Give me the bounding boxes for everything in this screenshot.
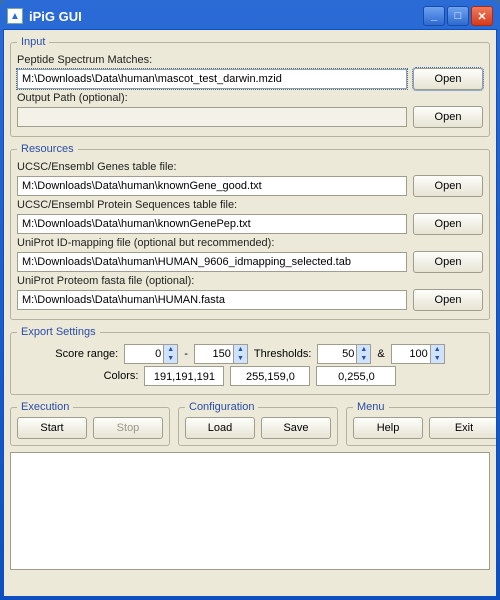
- threshold2-input[interactable]: [392, 345, 430, 363]
- colors-label: Colors:: [104, 370, 139, 382]
- score-min-input[interactable]: [125, 345, 163, 363]
- execution-legend: Execution: [17, 401, 73, 413]
- up-icon[interactable]: ▲: [357, 345, 370, 354]
- up-icon[interactable]: ▲: [164, 345, 177, 354]
- threshold1-input[interactable]: [318, 345, 356, 363]
- thresholds-label: Thresholds:: [254, 348, 311, 360]
- export-legend: Export Settings: [17, 326, 100, 338]
- threshold2-spinner[interactable]: ▲▼: [391, 344, 445, 364]
- down-icon[interactable]: ▼: [164, 354, 177, 363]
- export-group: Export Settings Score range: ▲▼ - ▲▼ Thr…: [10, 326, 490, 395]
- window-title: iPiG GUI: [29, 9, 82, 24]
- genes-open-button[interactable]: Open: [413, 175, 483, 197]
- down-icon[interactable]: ▼: [431, 354, 444, 363]
- threshold1-spinner[interactable]: ▲▼: [317, 344, 371, 364]
- input-group: Input Peptide Spectrum Matches: Open Out…: [10, 36, 490, 137]
- input-legend: Input: [17, 36, 49, 48]
- resources-group: Resources UCSC/Ensembl Genes table file:…: [10, 143, 490, 320]
- genes-path-input[interactable]: [17, 176, 407, 196]
- save-button[interactable]: Save: [261, 417, 331, 439]
- color2-input[interactable]: [230, 366, 310, 386]
- thr-amp: &: [377, 348, 384, 360]
- menu-legend: Menu: [353, 401, 389, 413]
- app-icon: ▲: [7, 8, 23, 24]
- prot-open-button[interactable]: Open: [413, 213, 483, 235]
- prot-label: UCSC/Ensembl Protein Sequences table fil…: [17, 199, 483, 211]
- score-sep: -: [184, 348, 188, 360]
- genes-label: UCSC/Ensembl Genes table file:: [17, 161, 483, 173]
- resources-legend: Resources: [17, 143, 78, 155]
- log-output[interactable]: [10, 452, 490, 570]
- idmap-label: UniProt ID-mapping file (optional but re…: [17, 237, 483, 249]
- up-icon[interactable]: ▲: [431, 345, 444, 354]
- up-icon[interactable]: ▲: [234, 345, 247, 354]
- output-label: Output Path (optional):: [17, 92, 483, 104]
- psm-label: Peptide Spectrum Matches:: [17, 54, 483, 66]
- score-range-label: Score range:: [55, 348, 118, 360]
- minimize-button[interactable]: _: [423, 6, 445, 26]
- fasta-path-input[interactable]: [17, 290, 407, 310]
- fasta-label: UniProt Proteom fasta file (optional):: [17, 275, 483, 287]
- start-button[interactable]: Start: [17, 417, 87, 439]
- psm-path-input[interactable]: [17, 69, 407, 89]
- configuration-legend: Configuration: [185, 401, 258, 413]
- down-icon[interactable]: ▼: [234, 354, 247, 363]
- psm-open-button[interactable]: Open: [413, 68, 483, 90]
- fasta-open-button[interactable]: Open: [413, 289, 483, 311]
- color3-input[interactable]: [316, 366, 396, 386]
- client-area: Input Peptide Spectrum Matches: Open Out…: [3, 29, 497, 597]
- exit-button[interactable]: Exit: [429, 417, 497, 439]
- titlebar[interactable]: ▲ iPiG GUI _ □ ✕: [3, 3, 497, 29]
- down-icon[interactable]: ▼: [357, 354, 370, 363]
- stop-button[interactable]: Stop: [93, 417, 163, 439]
- menu-group: Menu Help Exit: [346, 401, 497, 446]
- prot-path-input[interactable]: [17, 214, 407, 234]
- output-path-input[interactable]: [17, 107, 407, 127]
- maximize-button[interactable]: □: [447, 6, 469, 26]
- score-max-input[interactable]: [195, 345, 233, 363]
- close-button[interactable]: ✕: [471, 6, 493, 26]
- execution-group: Execution Start Stop: [10, 401, 170, 446]
- help-button[interactable]: Help: [353, 417, 423, 439]
- idmap-path-input[interactable]: [17, 252, 407, 272]
- app-window: ▲ iPiG GUI _ □ ✕ Input Peptide Spectrum …: [0, 0, 500, 600]
- configuration-group: Configuration Load Save: [178, 401, 338, 446]
- output-open-button[interactable]: Open: [413, 106, 483, 128]
- idmap-open-button[interactable]: Open: [413, 251, 483, 273]
- color1-input[interactable]: [144, 366, 224, 386]
- score-max-spinner[interactable]: ▲▼: [194, 344, 248, 364]
- load-button[interactable]: Load: [185, 417, 255, 439]
- score-min-spinner[interactable]: ▲▼: [124, 344, 178, 364]
